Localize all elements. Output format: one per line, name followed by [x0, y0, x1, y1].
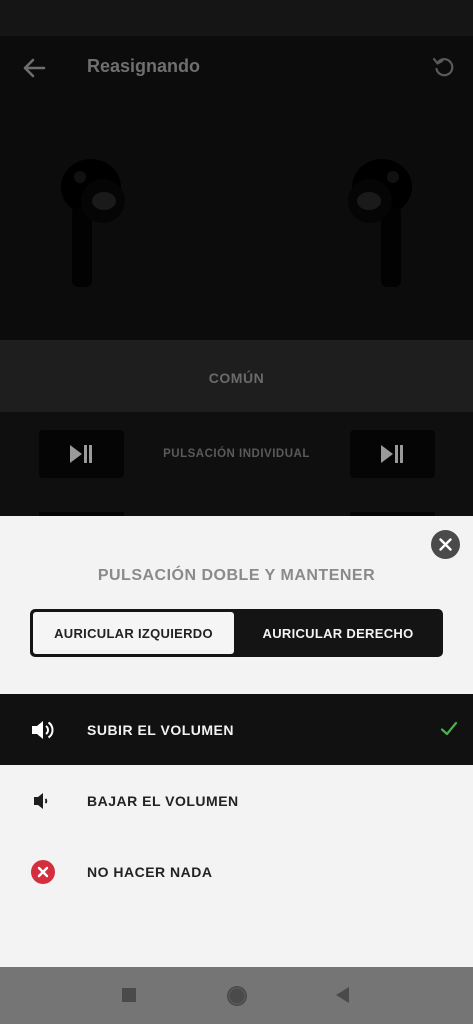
- left-earbud-image: [55, 155, 135, 295]
- app-bar: Reasignando: [0, 36, 473, 100]
- right-earbud-image: [338, 155, 418, 295]
- right-play-pause-button[interactable]: [350, 430, 435, 478]
- option-label: BAJAR EL VOLUMEN: [87, 793, 239, 809]
- back-arrow-icon[interactable]: [20, 54, 48, 82]
- common-section-header[interactable]: COMÚN: [0, 340, 473, 412]
- option-label: NO HACER NADA: [87, 864, 213, 880]
- status-bar: [0, 0, 473, 36]
- close-icon: [439, 538, 452, 551]
- bottom-sheet: PULSACIÓN DOBLE Y MANTENER AURICULAR IZQ…: [0, 516, 473, 967]
- page-title: Reasignando: [87, 56, 201, 76]
- recents-square-icon[interactable]: [119, 985, 139, 1005]
- home-circle-icon[interactable]: [226, 985, 247, 1006]
- tab-right-earbud[interactable]: AURICULAR DERECHO: [236, 612, 440, 654]
- volume-down-icon: [30, 788, 56, 814]
- option-do-nothing[interactable]: NO HACER NADA: [0, 836, 473, 907]
- close-button[interactable]: [431, 530, 460, 559]
- single-press-row: PULSACIÓN INDIVIDUAL: [0, 412, 473, 520]
- earbuds-illustration: [0, 100, 473, 340]
- reset-icon[interactable]: [431, 54, 457, 80]
- play-pause-icon: [381, 445, 403, 463]
- option-volume-up[interactable]: SUBIR EL VOLUMEN: [0, 694, 473, 765]
- none-x-icon: [30, 859, 56, 885]
- tab-left-earbud[interactable]: AURICULAR IZQUIERDO: [33, 612, 234, 654]
- common-label: COMÚN: [208, 370, 265, 386]
- back-triangle-icon[interactable]: [333, 985, 353, 1005]
- option-volume-down[interactable]: BAJAR EL VOLUMEN: [0, 765, 473, 836]
- volume-up-icon: [30, 717, 56, 743]
- checkmark-icon: [440, 720, 458, 738]
- system-nav-bar: [0, 967, 473, 1024]
- earbud-segmented-control: AURICULAR IZQUIERDO AURICULAR DERECHO: [30, 609, 443, 657]
- sheet-heading: PULSACIÓN DOBLE Y MANTENER: [97, 567, 376, 584]
- option-label: SUBIR EL VOLUMEN: [87, 722, 234, 738]
